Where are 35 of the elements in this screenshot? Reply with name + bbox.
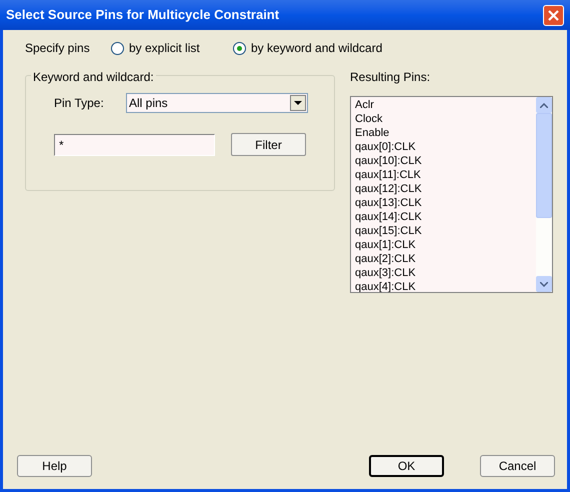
- scroll-down-icon[interactable]: [536, 276, 552, 292]
- list-item[interactable]: qaux[10]:CLK: [355, 154, 536, 168]
- radio-option[interactable]: by keyword and wildcard: [233, 39, 382, 57]
- close-button[interactable]: [543, 4, 564, 26]
- close-icon: [548, 10, 559, 20]
- radio-button[interactable]: [233, 42, 246, 54]
- radio-option[interactable]: by explicit list: [111, 39, 233, 57]
- window-title: Select Source Pins for Multicycle Constraint: [6, 6, 280, 24]
- scroll-up-icon[interactable]: [536, 97, 552, 113]
- list-item[interactable]: qaux[2]:CLK: [355, 252, 536, 266]
- pin-type-label: Pin Type:: [54, 95, 105, 112]
- filter-field[interactable]: *: [54, 134, 215, 156]
- list-item[interactable]: qaux[12]:CLK: [355, 182, 536, 196]
- scroll-thumb[interactable]: [536, 113, 552, 218]
- list-item[interactable]: Enable: [355, 126, 536, 140]
- specify-label: Specify pins: [25, 40, 91, 57]
- list-item[interactable]: qaux[4]:CLK: [355, 280, 536, 292]
- filter-button[interactable]: Filter: [231, 133, 306, 156]
- dialog-button[interactable]: Cancel: [480, 455, 555, 477]
- list-item[interactable]: qaux[11]:CLK: [355, 168, 536, 182]
- list-item[interactable]: qaux[14]:CLK: [355, 210, 536, 224]
- scrollbar[interactable]: [536, 97, 552, 292]
- results-list[interactable]: Aclr Clock Enable qaux[0]:CLK qaux[10]:CLK qaux[11]:CLK qaux[12]:CLK qaux[13]:CLK qaux[14]:CLK qaux[15]:CLK qaux[1]:CLK qaux[2]:CLK qaux[3]:CLK qaux[4]:CLK: [350, 96, 553, 293]
- results-label: Resulting Pins:: [350, 69, 432, 86]
- list-item[interactable]: qaux[13]:CLK: [355, 196, 536, 210]
- list-item[interactable]: qaux[1]:CLK: [355, 238, 536, 252]
- dialog-button[interactable]: OK: [369, 455, 444, 477]
- radio-button[interactable]: [111, 42, 124, 54]
- list-item[interactable]: Clock: [355, 112, 536, 126]
- list-item[interactable]: qaux[0]:CLK: [355, 140, 536, 154]
- pin-type-dropdown[interactable]: All pins: [126, 93, 308, 113]
- list-item[interactable]: qaux[15]:CLK: [355, 224, 536, 238]
- list-item[interactable]: qaux[3]:CLK: [355, 266, 536, 280]
- list-item[interactable]: Aclr: [355, 98, 536, 112]
- dialog-button[interactable]: Help: [17, 455, 92, 477]
